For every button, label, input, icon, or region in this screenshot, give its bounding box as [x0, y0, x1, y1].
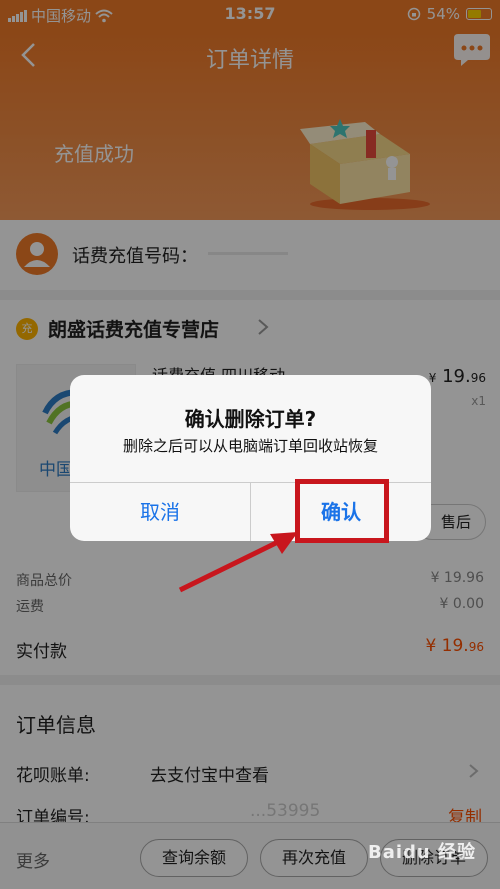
arrow-pointer-icon — [178, 532, 298, 593]
watermark: Baidu 经验 — [367, 842, 476, 863]
dialog-title: 确认删除订单? — [184, 407, 317, 431]
dialog-message: 删除之后可以从电脑端订单回收站恢复 — [122, 437, 378, 455]
